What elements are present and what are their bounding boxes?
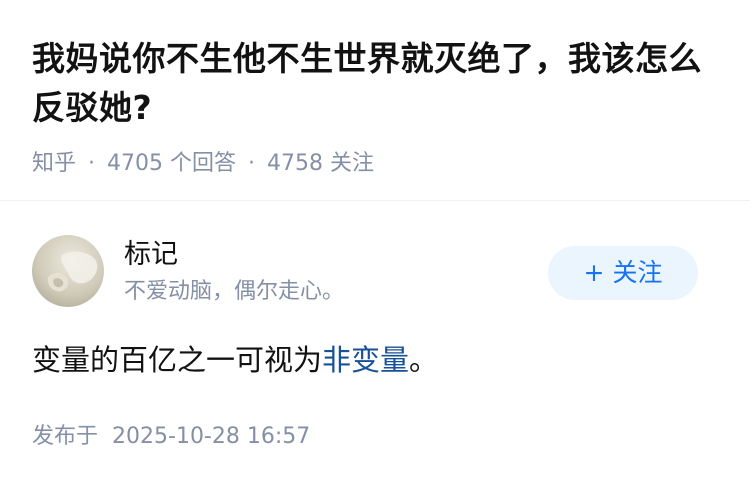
plus-icon: + xyxy=(583,258,605,287)
question-header: 我妈说你不生他不生世界就灭绝了，我该怎么反驳她? 知乎 · 4705 个回答 · 475… xyxy=(32,34,722,179)
publish-label: 发布于 xyxy=(32,424,99,449)
author-bio: 不爱动脑，偶尔走心。 xyxy=(124,279,345,304)
author-card: 标记 不爱动脑，偶尔走心。 + 关注 xyxy=(32,235,718,311)
answer-text-end: 。 xyxy=(409,343,439,377)
author-name[interactable]: 标记 xyxy=(124,237,178,273)
answer-text: 变量的百亿之一可视为 xyxy=(32,343,323,377)
meta-separator: · xyxy=(88,151,96,176)
publish-datetime: 2025-10-28 16:57 xyxy=(112,424,311,449)
follower-count-label[interactable]: 关注 xyxy=(330,151,374,176)
section-divider xyxy=(0,200,750,201)
avatar-image-icon xyxy=(32,235,104,307)
answer-content: 变量的百亿之一可视为非变量。 xyxy=(32,340,438,380)
meta-separator: · xyxy=(248,151,256,176)
follow-button-label: 关注 xyxy=(612,258,663,287)
follow-button[interactable]: + 关注 xyxy=(548,246,698,300)
follower-count[interactable]: 4758 xyxy=(267,151,323,176)
answer-link[interactable]: 非变量 xyxy=(322,343,409,377)
source-label[interactable]: 知乎 xyxy=(32,151,76,176)
question-meta: 知乎 · 4705 个回答 · 4758 关注 xyxy=(32,149,722,179)
avatar[interactable] xyxy=(32,235,104,307)
answer-count[interactable]: 4705 xyxy=(107,151,163,176)
question-title[interactable]: 我妈说你不生他不生世界就灭绝了，我该怎么反驳她? xyxy=(32,34,722,132)
answer-count-label[interactable]: 个回答 xyxy=(170,151,236,176)
publish-info: 发布于 2025-10-28 16:57 xyxy=(32,422,310,452)
